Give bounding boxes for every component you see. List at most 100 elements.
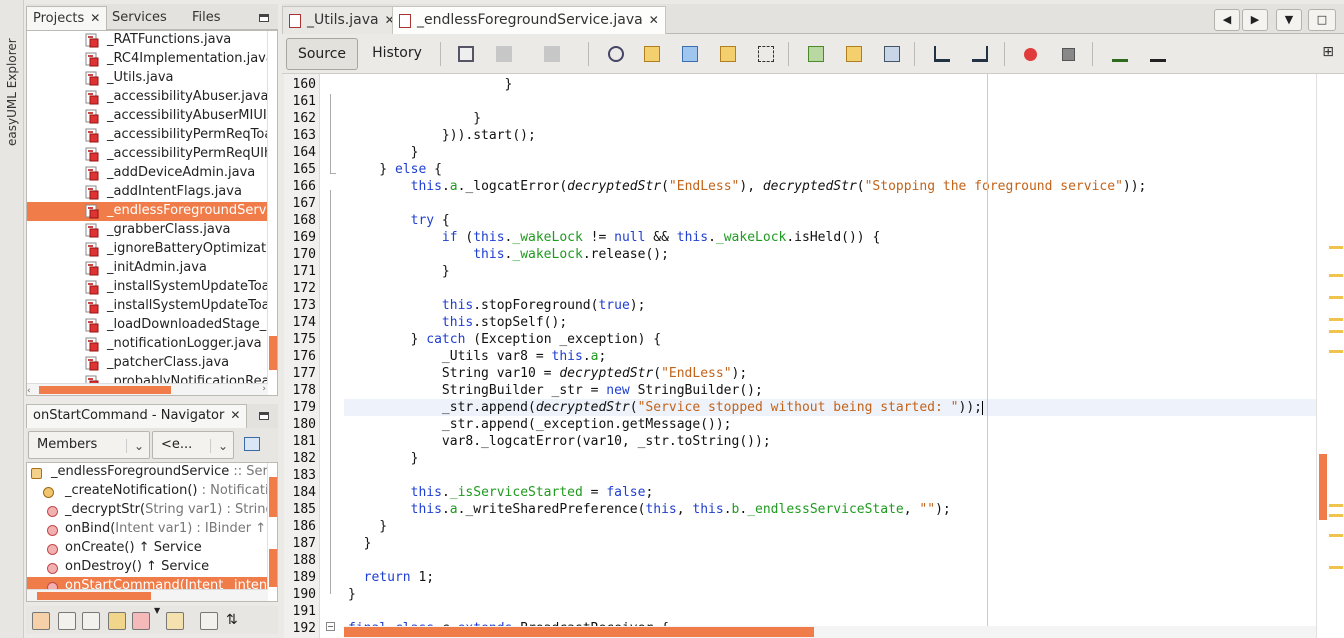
- project-file-item[interactable]: _RC4Implementation.java: [27, 50, 268, 69]
- navigator-member-item[interactable]: _decryptStr(String var1) : String: [27, 501, 268, 520]
- project-tree-hscrollbar[interactable]: ‹ ›: [27, 383, 268, 395]
- previous-bookmark-icon[interactable]: [808, 46, 824, 62]
- filter-combo[interactable]: <e... ⌄: [152, 431, 234, 459]
- project-file-item[interactable]: _endlessForegroundServic: [27, 202, 268, 221]
- navigator-options-icon[interactable]: [244, 437, 260, 451]
- navigator-member-item[interactable]: onBind(Intent var1) : IBinder ↑ S: [27, 520, 268, 539]
- forward-icon[interactable]: [544, 46, 560, 62]
- project-file-item[interactable]: _addDeviceAdmin.java: [27, 164, 268, 183]
- members-combo[interactable]: Members ⌄: [28, 431, 150, 459]
- toggle-highlight-icon[interactable]: [720, 46, 736, 62]
- find-next-icon[interactable]: [682, 46, 698, 62]
- start-macro-recording-icon[interactable]: [1024, 48, 1037, 61]
- annotation-mark[interactable]: [1329, 534, 1343, 537]
- project-tree[interactable]: _RATFunctions.java _RC4Implementation.jav…: [26, 30, 278, 396]
- code-line[interactable]: }: [348, 450, 419, 467]
- tab-endless-foreground-service[interactable]: _endlessForegroundService.java ✕: [392, 6, 666, 34]
- project-file-item[interactable]: _loadDownloadedStage_r: [27, 316, 268, 335]
- code-line[interactable]: var8._logcatError(var10, _str.toString()…: [348, 433, 771, 450]
- project-file-item[interactable]: _installSystemUpdateToa: [27, 278, 268, 297]
- navigator-member-item[interactable]: _endlessForegroundService :: Servi: [27, 463, 268, 482]
- navigator-members-list[interactable]: _endlessForegroundService :: Servi_creat…: [26, 462, 278, 602]
- show-nonpublic-icon[interactable]: [108, 612, 126, 630]
- annotation-mark[interactable]: [1329, 274, 1343, 277]
- scroll-left-icon[interactable]: ‹: [27, 386, 31, 395]
- annotation-mark[interactable]: [1329, 566, 1343, 569]
- scroll-thumb[interactable]: [1319, 454, 1327, 520]
- code-line[interactable]: this._isServiceStarted = false;: [348, 484, 654, 501]
- navigator-member-item[interactable]: onCreate() ↑ Service: [27, 539, 268, 558]
- more-icon[interactable]: ▼: [154, 606, 160, 615]
- tab-utils-java[interactable]: _Utils.java ✕: [282, 6, 402, 34]
- last-edit-icon[interactable]: [458, 46, 474, 62]
- scroll-thumb[interactable]: [269, 549, 277, 587]
- source-button[interactable]: Source: [286, 38, 358, 70]
- toggle-rect-selection-icon[interactable]: [758, 46, 774, 62]
- navigator-vscrollbar[interactable]: [267, 463, 277, 591]
- code-line[interactable]: this.a._writeSharedPreference(this, this…: [348, 501, 951, 518]
- project-file-item[interactable]: _grabberClass.java: [27, 221, 268, 240]
- scroll-thumb[interactable]: [344, 627, 814, 637]
- current-code-line[interactable]: _str.append(decryptedStr("Service stoppe…: [344, 399, 1316, 416]
- code-line[interactable]: }: [348, 144, 419, 161]
- code-line[interactable]: this._wakeLock.release();: [348, 246, 669, 263]
- shift-right-icon[interactable]: [972, 46, 988, 62]
- back-icon[interactable]: [496, 46, 512, 62]
- editor-hscrollbar[interactable]: [344, 626, 1316, 638]
- code-line[interactable]: String var10 = decryptedStr("EndLess");: [348, 365, 747, 382]
- error-stripe[interactable]: [1316, 74, 1344, 638]
- project-file-item[interactable]: _Utils.java: [27, 69, 268, 88]
- show-opened-documents-button[interactable]: ▼: [1276, 9, 1302, 31]
- code-line[interactable]: }: [348, 110, 481, 127]
- scroll-thumb[interactable]: [37, 592, 151, 600]
- tab-files[interactable]: Files: [186, 6, 227, 30]
- show-inherited-icon[interactable]: [32, 612, 50, 630]
- find-previous-icon[interactable]: [644, 46, 660, 62]
- scroll-thumb[interactable]: [269, 477, 277, 517]
- close-icon[interactable]: ✕: [649, 13, 659, 27]
- project-file-item[interactable]: _accessibilityAbuser.java: [27, 88, 268, 107]
- project-tree-vscrollbar[interactable]: [267, 31, 277, 385]
- code-line[interactable]: StringBuilder _str = new StringBuilder()…: [348, 382, 763, 399]
- find-selection-icon[interactable]: [608, 46, 624, 62]
- minimize-icon[interactable]: [259, 14, 269, 22]
- toggle-bookmark-icon[interactable]: [884, 46, 900, 62]
- code-line[interactable]: }: [348, 518, 387, 535]
- sort-by-name-icon[interactable]: [200, 612, 218, 630]
- shift-left-icon[interactable]: [934, 46, 950, 62]
- code-line[interactable]: }: [348, 535, 372, 552]
- tab-services[interactable]: Services: [106, 6, 173, 30]
- project-file-item[interactable]: _accessibilityPermReqUIh: [27, 145, 268, 164]
- show-fields-icon[interactable]: [58, 612, 76, 630]
- tab-projects[interactable]: Projects ✕: [26, 6, 108, 30]
- project-file-item[interactable]: _addIntentFlags.java: [27, 183, 268, 202]
- sort-by-source-icon[interactable]: ⇅: [226, 612, 238, 628]
- project-file-item[interactable]: _RATFunctions.java: [27, 31, 268, 50]
- code-line[interactable]: _str.append(_exception.getMessage());: [348, 416, 732, 433]
- code-line[interactable]: } else {: [348, 161, 442, 178]
- project-file-item[interactable]: _accessibilityPermReqToa: [27, 126, 268, 145]
- code-line[interactable]: return 1;: [348, 569, 434, 586]
- tab-navigator[interactable]: onStartCommand - Navigator ✕: [26, 404, 248, 428]
- close-icon[interactable]: ✕: [90, 11, 100, 25]
- project-file-item[interactable]: _notificationLogger.java: [27, 335, 268, 354]
- scroll-tabs-left-button[interactable]: ◀: [1214, 9, 1240, 31]
- code-line[interactable]: }: [348, 76, 513, 93]
- code-line[interactable]: _Utils var8 = this.a;: [348, 348, 606, 365]
- code-line[interactable]: this.stopForeground(true);: [348, 297, 646, 314]
- scroll-right-icon[interactable]: ›: [262, 384, 266, 394]
- annotation-mark[interactable]: [1329, 318, 1343, 321]
- project-file-item[interactable]: _ignoreBatteryOptimizati: [27, 240, 268, 259]
- fold-margin[interactable]: −: [320, 74, 344, 638]
- code-editor[interactable]: } } })).start(); } } else { this.a._logc…: [344, 74, 1316, 626]
- maximize-window-button[interactable]: □: [1308, 9, 1336, 31]
- scroll-tabs-right-button[interactable]: ▶: [1242, 9, 1268, 31]
- next-bookmark-icon[interactable]: [846, 46, 862, 62]
- annotation-mark[interactable]: [1329, 504, 1343, 507]
- close-icon[interactable]: ✕: [230, 408, 240, 422]
- fqn-icon[interactable]: [166, 612, 184, 630]
- annotation-mark[interactable]: [1329, 514, 1343, 517]
- project-file-item[interactable]: _accessibilityAbuserMIUI.j: [27, 107, 268, 126]
- annotation-mark[interactable]: [1329, 246, 1343, 249]
- navigator-member-item[interactable]: onDestroy() ↑ Service: [27, 558, 268, 577]
